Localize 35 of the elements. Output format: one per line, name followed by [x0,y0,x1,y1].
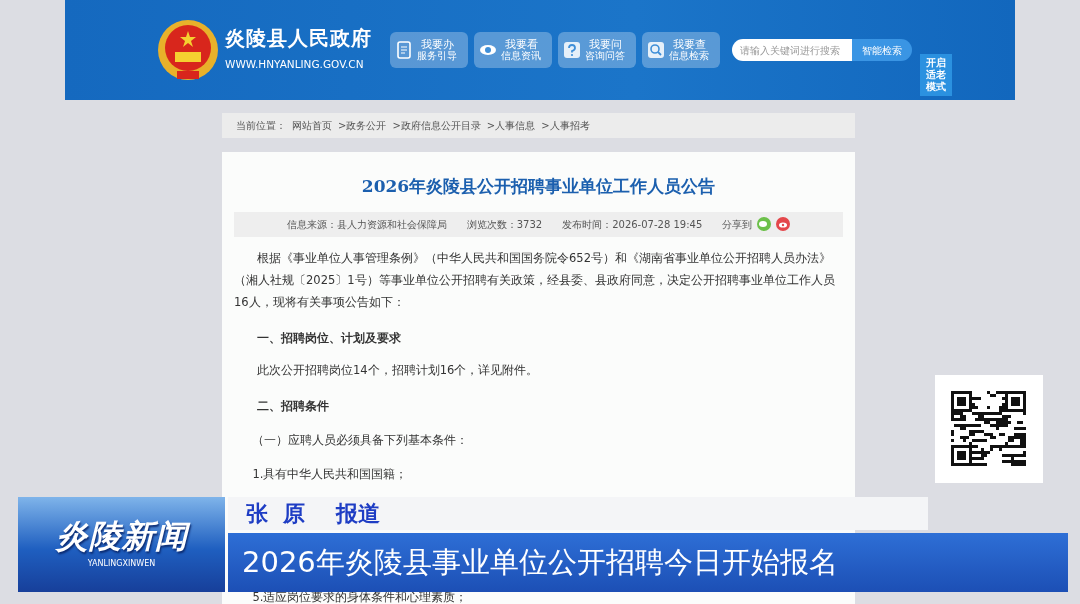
meta-text: 信息来源：县人力资源和社会保障局 [286,217,447,232]
section-heading: 二、招聘条件 [256,397,330,415]
list-item: 1.具有中华人民共和国国籍； [251,465,409,483]
search-icon [647,41,665,59]
breadcrumb-link[interactable]: 网站首页 [292,118,332,133]
nav-button[interactable]: 我要看 信息资讯 [474,32,552,68]
body-paragraph: 此次公开招聘岗位14个，招聘计划16个，详见附件。 [256,361,540,379]
meta-text: 发布时间：2026-07-28 19:45 [562,217,703,232]
site-url: WWW.HNYANLING.GOV.CN [225,57,365,73]
nav-button[interactable]: 我要问 咨询问答 [558,32,636,68]
body-paragraph: 根据《事业单位人事管理条例》（中华人民共和国国务院令652号）和《湖南省事业单位公开招聘人员办法》（湘人社规〔2025〕1号）等事业单位公开招聘有关政策，经县委、县政府同意，决定公开招聘事业单位工作人员16人，现将有关事项公告如下： [234,249,836,311]
document-icon [395,41,413,59]
site-title: 炎陵县人民政府 [225,27,372,50]
search-field[interactable]: 请输入关键词进行搜索 [732,39,852,61]
breadcrumb-link[interactable]: >人事信息 [486,118,536,133]
nav-button[interactable]: 我要查 信息检索 [642,32,720,68]
elder-mode-button[interactable]: 开启适老模式 [920,54,952,96]
share-label: 分享到 [722,217,753,232]
breadcrumb-link[interactable]: >人事招考 [541,118,590,133]
news-headline: 2026年炎陵县事业单位公开招聘今日开始报名 [228,533,1068,592]
wechat-icon[interactable] [757,217,772,231]
breadcrumb-label: 当前位置： [236,119,286,133]
subsection-heading: （一）应聘人员必须具备下列基本条件： [251,431,470,449]
reporter-caption: 张 原 报道 [228,497,928,530]
search-button[interactable]: 智能检索 [852,39,912,61]
question-icon [563,41,581,59]
news-logo: 炎陵新闻 YANLINGXINWEN [18,497,225,592]
breadcrumb-link[interactable]: >政务公开 [338,118,387,133]
nav-button[interactable]: 我要办 服务引导 [390,32,468,68]
meta-text: 浏览次数：3732 [466,217,543,232]
section-heading: 一、招聘岗位、计划及要求 [256,329,402,347]
breadcrumb-link[interactable]: >政府信息公开目录 [392,118,481,133]
emblem-icon [157,19,219,81]
article-title: 2026年炎陵县公开招聘事业单位工作人员公告 [360,175,717,198]
weibo-icon[interactable] [776,217,791,231]
